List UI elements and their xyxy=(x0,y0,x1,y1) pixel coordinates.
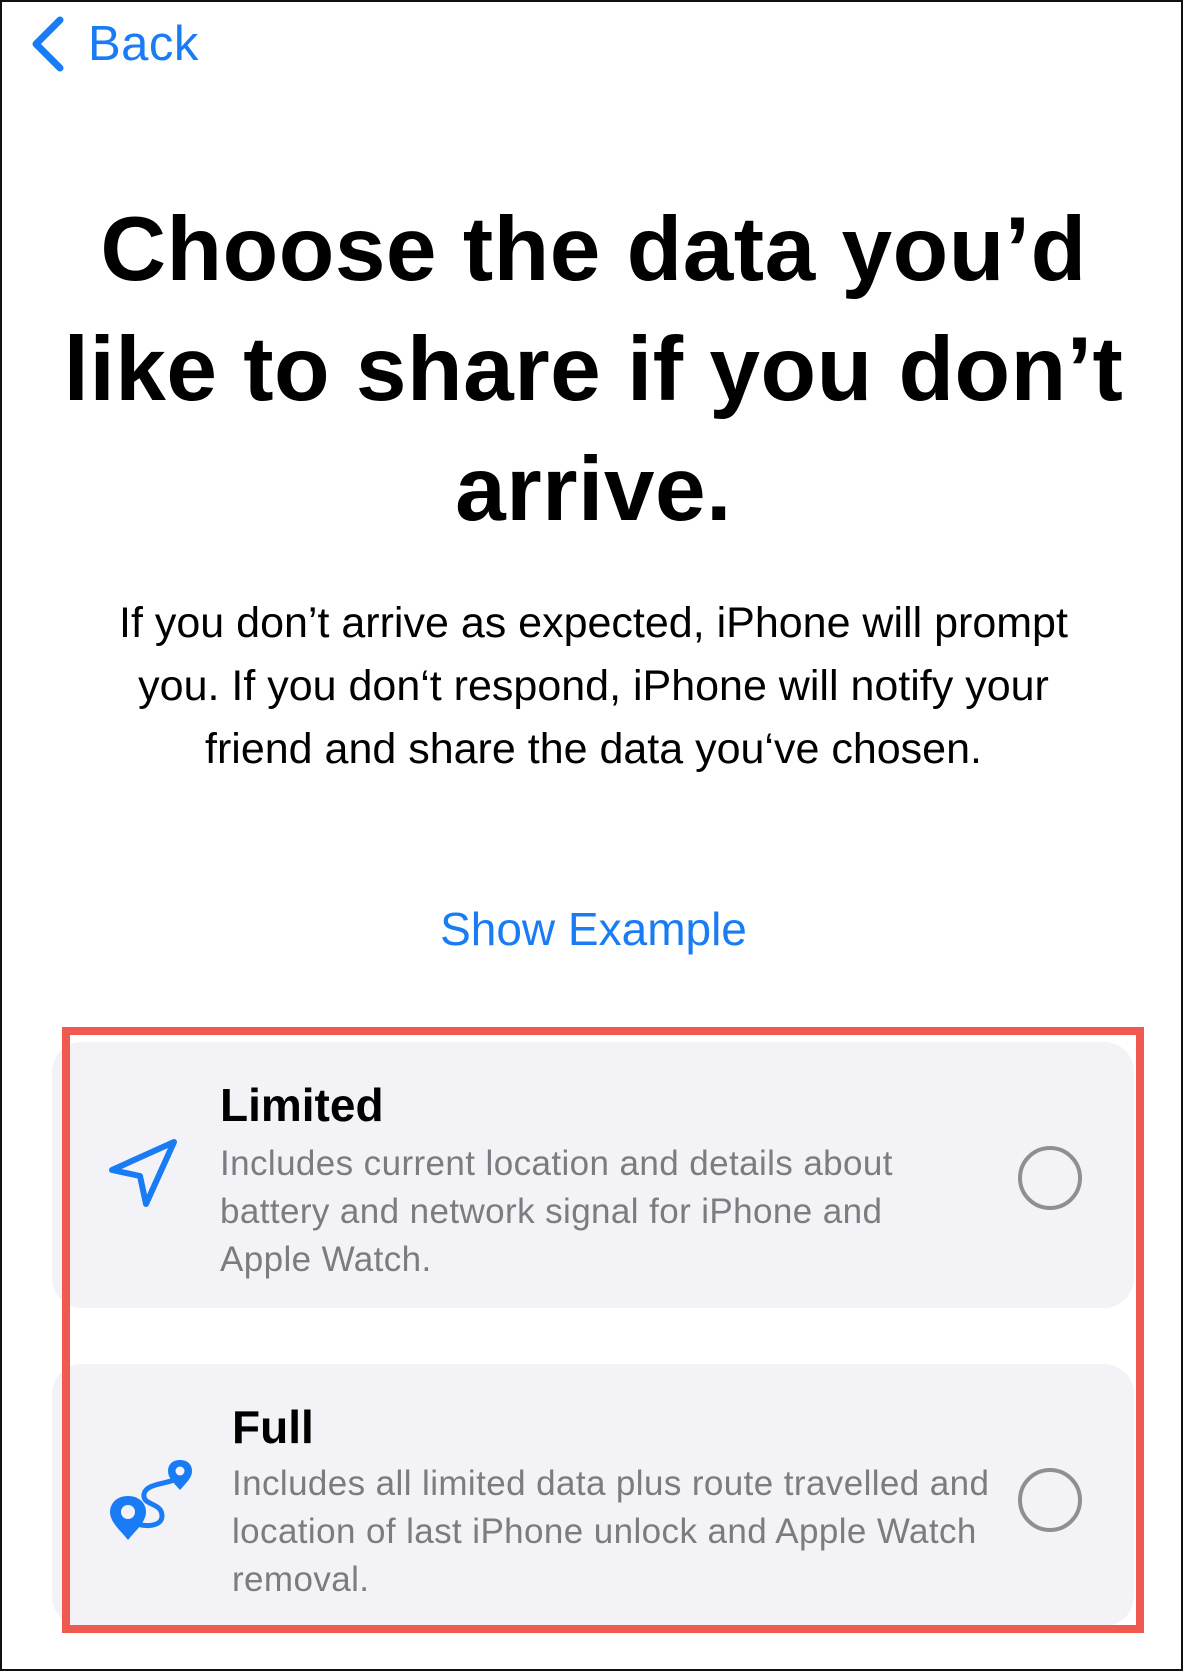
chevron-left-icon xyxy=(32,16,64,72)
back-button[interactable]: Back xyxy=(28,14,199,74)
back-label: Back xyxy=(88,17,199,71)
show-example-link[interactable]: Show Example xyxy=(2,902,1183,956)
screen-frame: Back Choose the data you’d like to share… xyxy=(0,0,1183,1671)
page-description: If you don’t arrive as expected, iPhone … xyxy=(119,599,1068,773)
page-title: Choose the data you’d like to share if y… xyxy=(63,199,1124,540)
highlight-box xyxy=(62,1027,1144,1633)
